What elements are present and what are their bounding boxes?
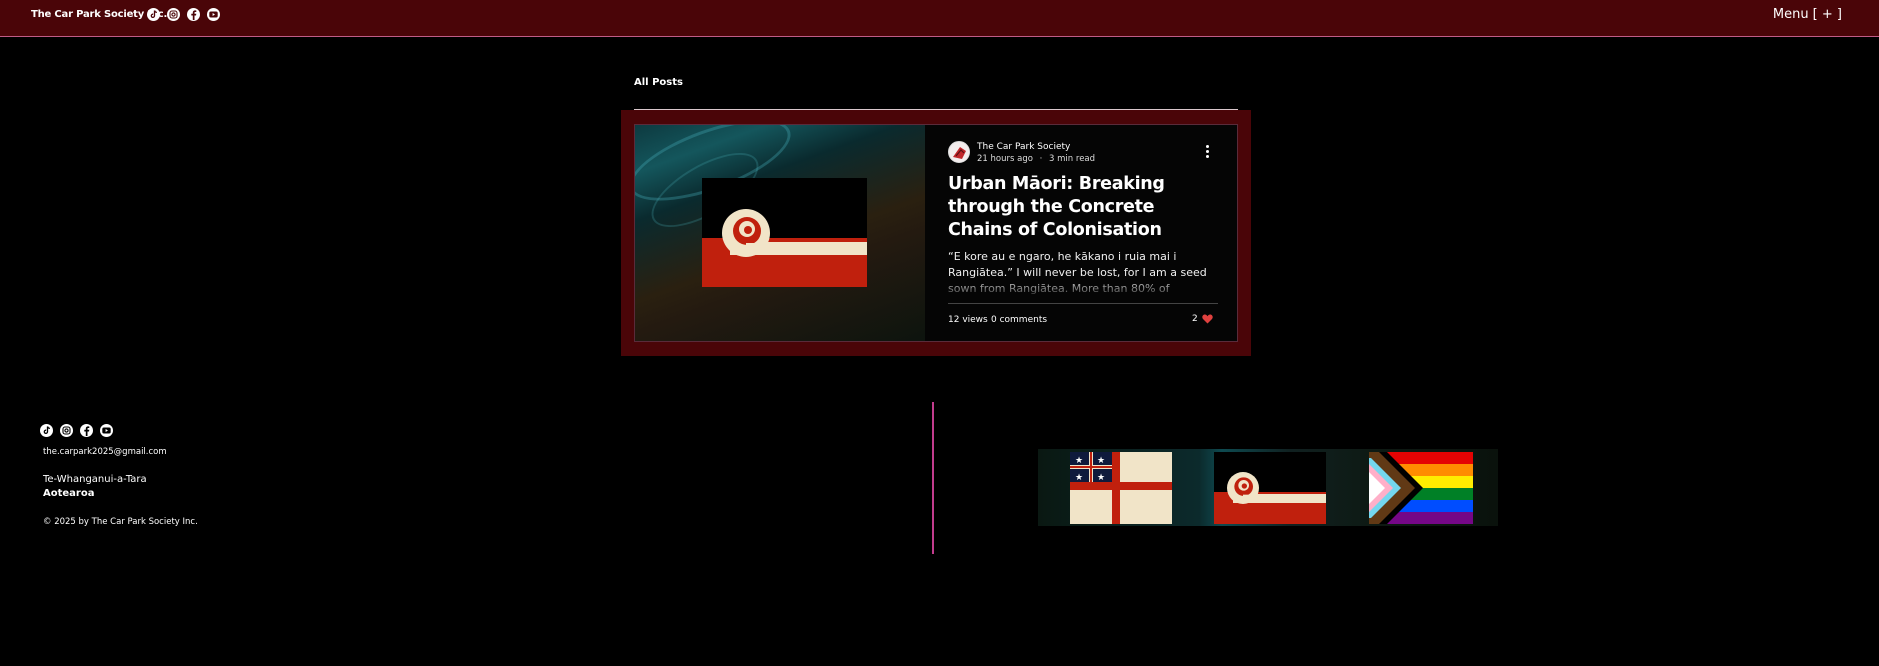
meta-separator: · <box>1039 154 1043 164</box>
instagram-icon[interactable] <box>167 8 180 21</box>
site-header: The Car Park Society Inc. Menu [ + ] <box>0 0 1879 37</box>
card-divider <box>948 303 1218 304</box>
svg-text:★: ★ <box>1075 456 1083 466</box>
post-meta: 21 hours ago · 3 min read <box>977 154 1095 164</box>
post-title[interactable]: Urban Māori: Breaking through the Concre… <box>948 173 1218 242</box>
tab-all-posts[interactable]: All Posts <box>634 77 683 88</box>
flags-banner-image: ★ ★ ★ ★ <box>1038 449 1498 526</box>
menu-button[interactable]: Menu [ + ] <box>1773 7 1842 22</box>
contact-email[interactable]: the.carpark2025@gmail.com <box>43 447 167 457</box>
post-read-time: 3 min read <box>1049 154 1096 164</box>
like-count: 2 <box>1192 314 1198 324</box>
author-avatar[interactable] <box>948 141 970 163</box>
location-country: Aotearoa <box>43 488 95 499</box>
facebook-icon[interactable] <box>80 424 93 437</box>
svg-text:★: ★ <box>1097 473 1105 482</box>
location-city: Te-Whanganui-a-Tara <box>43 474 147 485</box>
post-card[interactable]: The Car Park Society 21 hours ago · 3 mi… <box>634 124 1238 342</box>
tiktok-icon[interactable] <box>147 8 160 21</box>
post-time: 21 hours ago <box>977 154 1033 164</box>
post-cover-image[interactable] <box>635 125 925 341</box>
united-tribes-flag: ★ ★ ★ ★ <box>1070 452 1172 524</box>
tiktok-icon[interactable] <box>40 424 53 437</box>
tino-rangatiratanga-flag-small <box>1214 452 1326 524</box>
more-actions-icon[interactable] <box>1206 145 1210 159</box>
heart-icon <box>1202 314 1213 324</box>
youtube-icon[interactable] <box>100 424 113 437</box>
post-excerpt: “E kore au e ngaro, he kākano i ruia mai… <box>948 250 1207 295</box>
youtube-icon[interactable] <box>207 8 220 21</box>
header-social-links <box>147 8 220 21</box>
progress-pride-flag <box>1369 452 1473 524</box>
svg-text:★: ★ <box>1097 456 1105 466</box>
copyright: © 2025 by The Car Park Society Inc. <box>43 517 198 527</box>
post-comments[interactable]: 0 comments <box>991 315 1047 325</box>
footer-social-links <box>40 424 113 437</box>
like-button[interactable]: 2 <box>1192 314 1213 324</box>
post-author[interactable]: The Car Park Society <box>977 142 1070 152</box>
post-views: 12 views <box>948 315 988 325</box>
instagram-icon[interactable] <box>60 424 73 437</box>
facebook-icon[interactable] <box>187 8 200 21</box>
svg-text:★: ★ <box>1075 473 1083 482</box>
footer-divider <box>932 402 934 554</box>
tino-rangatiratanga-flag <box>702 178 867 287</box>
